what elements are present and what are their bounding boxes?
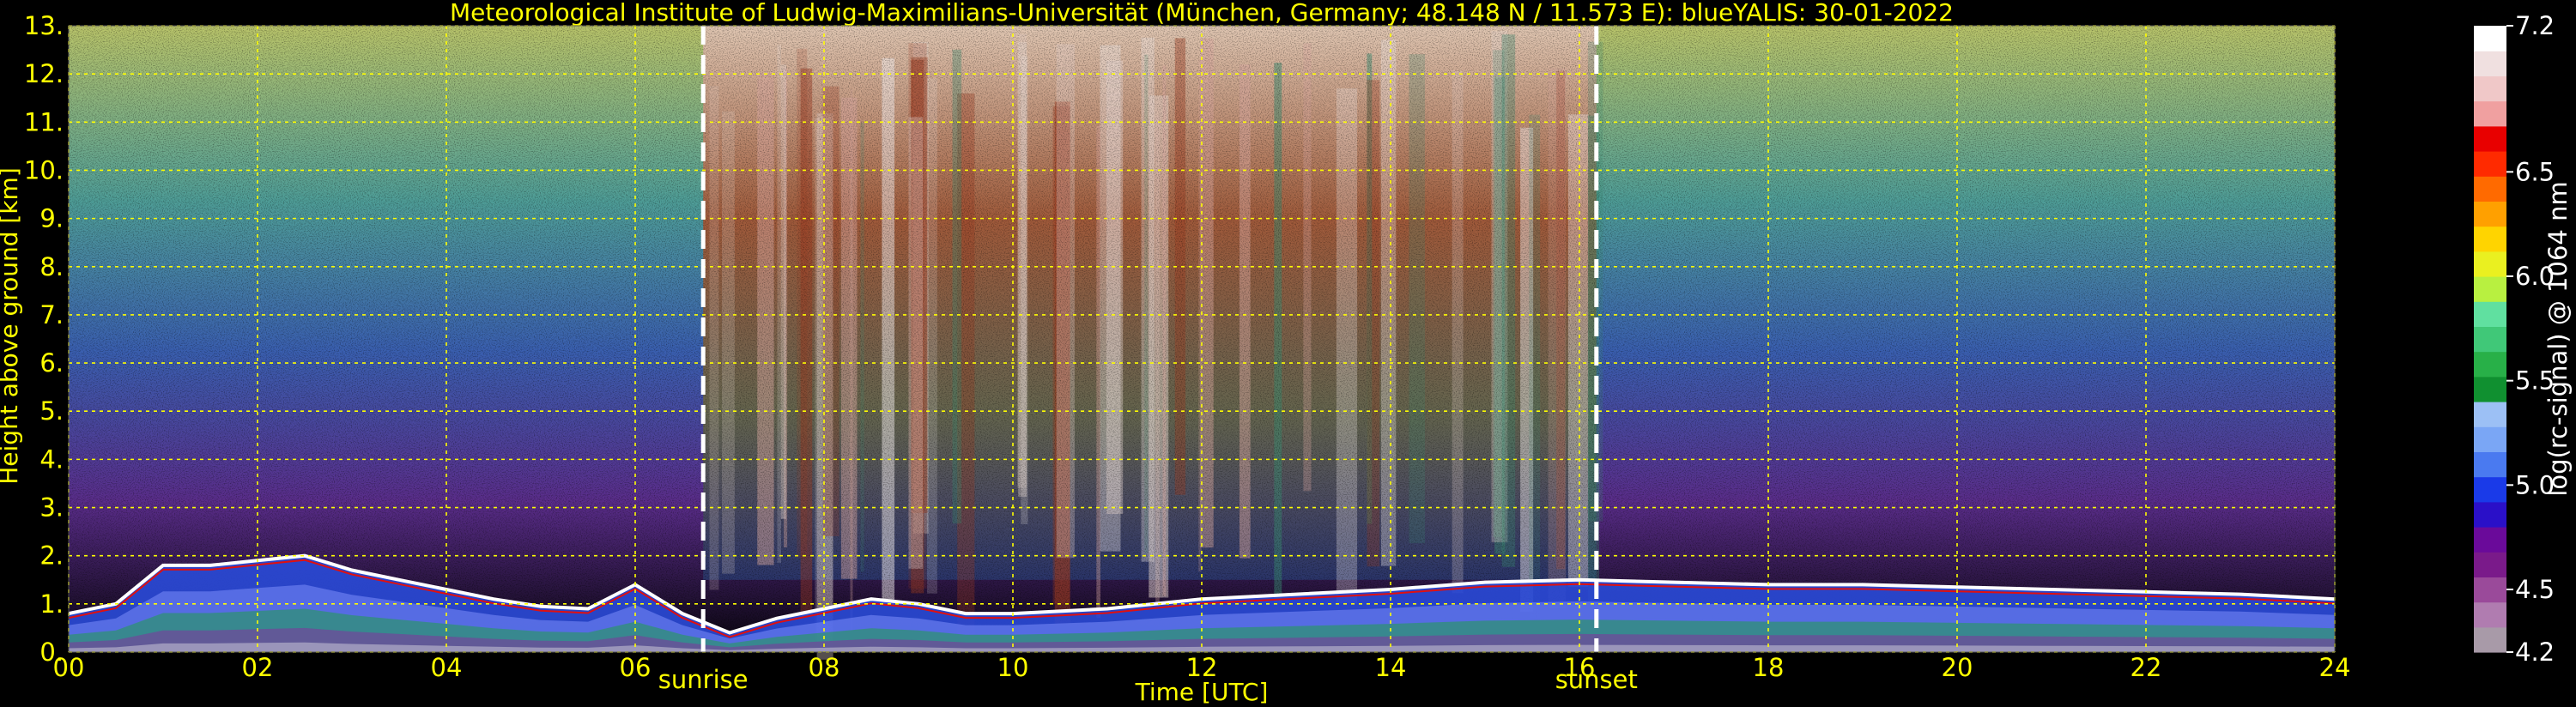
y-tick-label: 9.	[39, 204, 64, 233]
colorbar-tick-label: 4.5	[2515, 575, 2555, 604]
x-tick-label: 22	[2131, 653, 2162, 682]
x-tick-label: 16	[1564, 653, 1596, 682]
colorbar-segment	[2474, 226, 2506, 252]
colorbar-segment	[2474, 601, 2506, 628]
colorbar-tick-label: 7.2	[2515, 11, 2555, 40]
colorbar-segment	[2474, 301, 2506, 327]
chart-title: Meteorological Institute of Ludwig-Maxim…	[450, 0, 1954, 27]
y-tick-label: 3.	[39, 493, 64, 523]
colorbar-segment	[2474, 451, 2506, 478]
colorbar-segment	[2474, 26, 2506, 51]
y-axis-label: Height above ground [km]	[0, 167, 23, 485]
y-tick-label: 2.	[39, 541, 64, 571]
colorbar-segment	[2474, 51, 2506, 76]
lidar-quicklook-figure: Meteorological Institute of Ludwig-Maxim…	[0, 0, 2573, 706]
x-tick-label: 18	[1753, 653, 1785, 682]
y-tick-label: 4.	[39, 444, 64, 474]
x-tick-label: 10	[997, 653, 1029, 682]
plot-area: sunrise sunset	[68, 25, 2336, 694]
y-tick-label: 13.	[24, 11, 64, 40]
y-tick-label: 6.	[39, 348, 64, 378]
colorbar-segment	[2474, 527, 2506, 553]
y-tick-label: 10.	[24, 155, 64, 184]
x-tick-label: 14	[1375, 653, 1407, 682]
colorbar-segment	[2474, 251, 2506, 277]
colorbar-segment	[2474, 501, 2506, 528]
colorbar-segment	[2474, 426, 2506, 452]
colorbar-segment	[2474, 76, 2506, 102]
colorbar-segment	[2474, 552, 2506, 577]
x-tick-label: 02	[242, 653, 274, 682]
x-tick-label: 08	[809, 653, 840, 682]
colorbar	[2474, 26, 2506, 653]
x-tick-label: 04	[431, 653, 463, 682]
y-tick-label: 5.	[39, 396, 64, 426]
y-tick-label: 8.	[39, 252, 64, 281]
x-tick-label: 06	[620, 653, 652, 682]
colorbar-segment	[2474, 326, 2506, 353]
y-axis-ticks: 0. 1. 2. 3. 4. 5. 6. 7. 8. 9. 10. 11. 12. 13.	[24, 11, 64, 667]
sun-event-label: sunrise	[658, 665, 749, 694]
y-tick-label: 11.	[24, 107, 64, 136]
y-tick-label: 12.	[24, 59, 64, 88]
colorbar-segment	[2474, 151, 2506, 177]
colorbar-segment	[2474, 402, 2506, 427]
colorbar-segment	[2474, 476, 2506, 503]
y-tick-label: 0.	[39, 638, 64, 667]
x-axis-label: Time [UTC]	[1135, 678, 1269, 706]
x-tick-label: 20	[1942, 653, 1973, 682]
colorbar-segment	[2474, 125, 2506, 152]
colorbar-segment	[2474, 276, 2506, 302]
colorbar-segment	[2474, 176, 2506, 202]
colorbar-segment	[2474, 100, 2506, 127]
colorbar-segment	[2474, 577, 2506, 603]
colorbar-tick-label: 4.2	[2515, 638, 2555, 667]
y-tick-label: 1.	[39, 589, 64, 619]
colorbar-segment	[2474, 626, 2506, 653]
colorbar-segment	[2474, 201, 2506, 227]
colorbar-label: log(rc-signal) @ 1064 nm	[2543, 181, 2573, 496]
y-tick-label: 7.	[39, 300, 64, 329]
colorbar-segment	[2474, 376, 2506, 402]
colorbar-segment	[2474, 351, 2506, 378]
x-tick-label: 24	[2319, 653, 2351, 682]
